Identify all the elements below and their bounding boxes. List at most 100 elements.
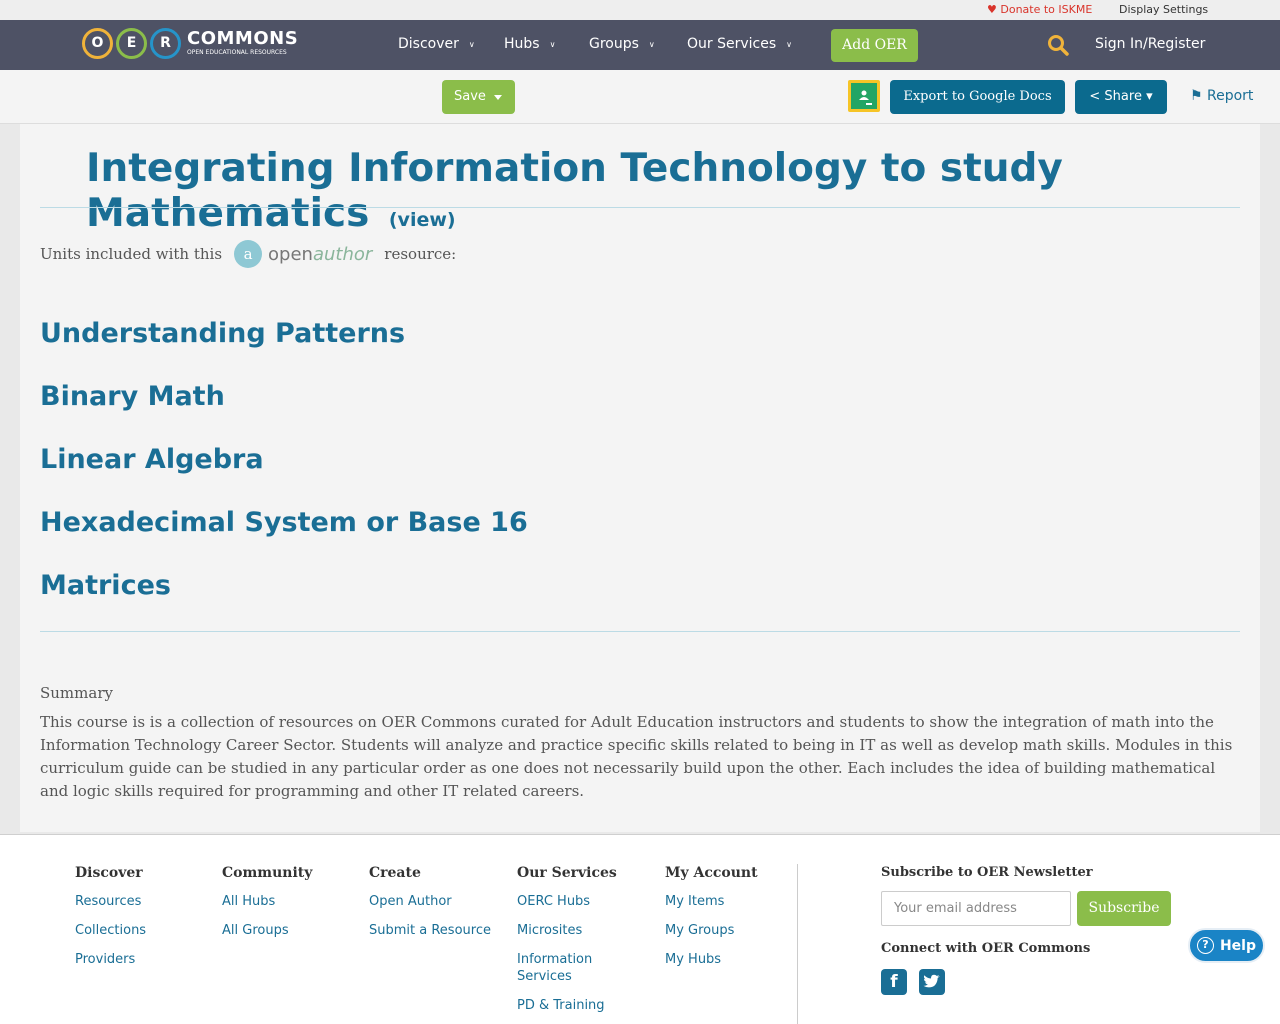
twitter-icon[interactable] xyxy=(919,969,945,995)
page-title: Integrating Information Technology to st… xyxy=(86,146,1246,236)
unit-link[interactable]: Understanding Patterns xyxy=(40,318,405,349)
footer-heading: Community xyxy=(222,865,313,881)
footer-link[interactable]: My Hubs xyxy=(665,951,758,968)
footer-link[interactable]: PD & Training xyxy=(517,997,627,1014)
classroom-person-icon xyxy=(859,90,872,105)
footer-heading: Discover xyxy=(75,865,143,881)
units-divider xyxy=(40,631,1240,632)
report-label: Report xyxy=(1207,88,1254,104)
subscribe-button[interactable]: Subscribe xyxy=(1077,891,1171,926)
footer-community-column: Community All Hubs All Groups xyxy=(222,865,312,951)
main-content: Integrating Information Technology to st… xyxy=(20,124,1260,832)
google-classroom-icon-inner xyxy=(851,83,877,109)
open-author-wordmark: openauthor xyxy=(268,244,372,265)
facebook-icon[interactable]: f xyxy=(881,969,907,995)
logo-letter-o: O xyxy=(82,27,113,59)
google-classroom-icon[interactable] xyxy=(848,80,880,112)
logo-letter-r: R xyxy=(150,27,181,59)
chevron-down-icon: ∨ xyxy=(468,39,475,49)
footer-heading: Create xyxy=(369,865,421,881)
footer-link[interactable]: All Hubs xyxy=(222,893,312,910)
help-button[interactable]: ? Help xyxy=(1188,928,1265,963)
twitter-bird-icon xyxy=(923,974,940,988)
footer-link[interactable]: Information Services xyxy=(517,951,597,985)
search-icon[interactable] xyxy=(1047,34,1069,56)
view-link[interactable]: (view) xyxy=(389,209,456,231)
donate-label: Donate to ISKME xyxy=(1000,3,1093,16)
footer-link[interactable]: Microsites xyxy=(517,922,627,939)
chevron-down-icon: ∨ xyxy=(648,39,655,49)
nav-groups[interactable]: Groups ∨ xyxy=(589,36,655,52)
openauthor-open: open xyxy=(268,243,313,265)
help-label: Help xyxy=(1219,937,1257,954)
caret-down-icon: ▾ xyxy=(1146,89,1153,104)
logo-letter-e: E xyxy=(116,27,147,59)
nav-discover[interactable]: Discover ∨ xyxy=(398,36,475,52)
caret-down-icon xyxy=(494,95,502,100)
oer-commons-logo[interactable]: O E R COMMONS OPEN EDUCATIONAL RESOURCES xyxy=(82,25,298,61)
site-footer: Discover Resources Collections Providers… xyxy=(0,834,1280,1024)
save-label: Save xyxy=(454,89,486,104)
newsletter-heading: Subscribe to OER Newsletter xyxy=(881,865,1093,880)
footer-link[interactable]: OERC Hubs xyxy=(517,893,627,910)
resource-title: Integrating Information Technology to st… xyxy=(86,146,1063,236)
export-google-docs-button[interactable]: Export to Google Docs xyxy=(890,80,1065,114)
sign-in-register-link[interactable]: Sign In/Register xyxy=(1095,36,1205,52)
chevron-down-icon: ∨ xyxy=(549,39,556,49)
footer-link[interactable]: Providers xyxy=(75,951,146,968)
newsletter-email-input[interactable] xyxy=(881,891,1071,926)
footer-link[interactable]: My Groups xyxy=(665,922,758,939)
unit-link[interactable]: Hexadecimal System or Base 16 xyxy=(40,507,528,538)
heart-icon: ♥ xyxy=(987,3,997,16)
open-author-mark-icon: a xyxy=(234,240,263,268)
save-button[interactable]: Save xyxy=(442,80,515,114)
nav-our-services[interactable]: Our Services ∨ xyxy=(687,36,792,52)
openauthor-author: author xyxy=(312,243,373,265)
footer-create-column: Create Open Author Submit a Resource xyxy=(369,865,491,951)
help-question-icon: ? xyxy=(1196,937,1214,954)
footer-heading: Our Services xyxy=(517,865,617,881)
summary-text: This course is is a collection of resour… xyxy=(40,713,1233,800)
share-button[interactable]: < Share ▾ xyxy=(1075,80,1167,114)
nav-our-services-label: Our Services xyxy=(687,36,777,52)
units-prefix: Units included with this xyxy=(40,245,223,263)
donate-link[interactable]: ♥ Donate to ISKME xyxy=(987,3,1092,16)
footer-account-column: My Account My Items My Groups My Hubs xyxy=(665,865,758,980)
chevron-down-icon: ∨ xyxy=(786,39,792,49)
logo-word: COMMONS xyxy=(187,28,299,49)
unit-link[interactable]: Binary Math xyxy=(40,381,225,412)
share-icon: < xyxy=(1089,89,1101,104)
nav-groups-label: Groups xyxy=(589,36,639,52)
nav-hubs[interactable]: Hubs ∨ xyxy=(504,36,555,52)
main-navigation: O E R COMMONS OPEN EDUCATIONAL RESOURCES… xyxy=(0,20,1280,70)
footer-heading: My Account xyxy=(665,865,758,881)
logo-tagline: OPEN EDUCATIONAL RESOURCES xyxy=(187,49,287,56)
footer-link[interactable]: My Items xyxy=(665,893,758,910)
units-intro: Units included with this a openauthor re… xyxy=(40,240,456,268)
nav-discover-label: Discover xyxy=(398,36,459,52)
units-suffix: resource: xyxy=(384,245,457,263)
connect-heading: Connect with OER Commons xyxy=(881,941,1091,956)
footer-link[interactable]: Submit a Resource xyxy=(369,922,491,939)
flag-icon: ⚑ xyxy=(1190,88,1203,104)
footer-divider xyxy=(797,864,798,1024)
utility-bar: ♥ Donate to ISKME Display Settings xyxy=(0,0,1280,20)
footer-link[interactable]: Open Author xyxy=(369,893,491,910)
footer-link[interactable]: Collections xyxy=(75,922,146,939)
unit-link[interactable]: Matrices xyxy=(40,570,171,601)
footer-link[interactable]: Resources xyxy=(75,893,146,910)
footer-services-column: Our Services OERC Hubs Microsites Inform… xyxy=(517,865,627,1024)
summary-heading: Summary xyxy=(40,684,113,702)
title-divider xyxy=(40,207,1240,208)
add-oer-button[interactable]: Add OER xyxy=(831,29,918,62)
resource-toolbar: Save Export to Google Docs < Share ▾ ⚑ R… xyxy=(0,70,1280,124)
unit-link[interactable]: Linear Algebra xyxy=(40,444,264,475)
logo-wordmark: COMMONS OPEN EDUCATIONAL RESOURCES xyxy=(187,30,298,56)
footer-link[interactable]: All Groups xyxy=(222,922,312,939)
share-label: Share xyxy=(1104,89,1142,104)
nav-hubs-label: Hubs xyxy=(504,36,540,52)
open-author-logo: a openauthor xyxy=(234,240,372,268)
footer-discover-column: Discover Resources Collections Providers xyxy=(75,865,146,980)
display-settings-link[interactable]: Display Settings xyxy=(1119,3,1208,16)
report-link[interactable]: ⚑ Report xyxy=(1190,88,1253,104)
